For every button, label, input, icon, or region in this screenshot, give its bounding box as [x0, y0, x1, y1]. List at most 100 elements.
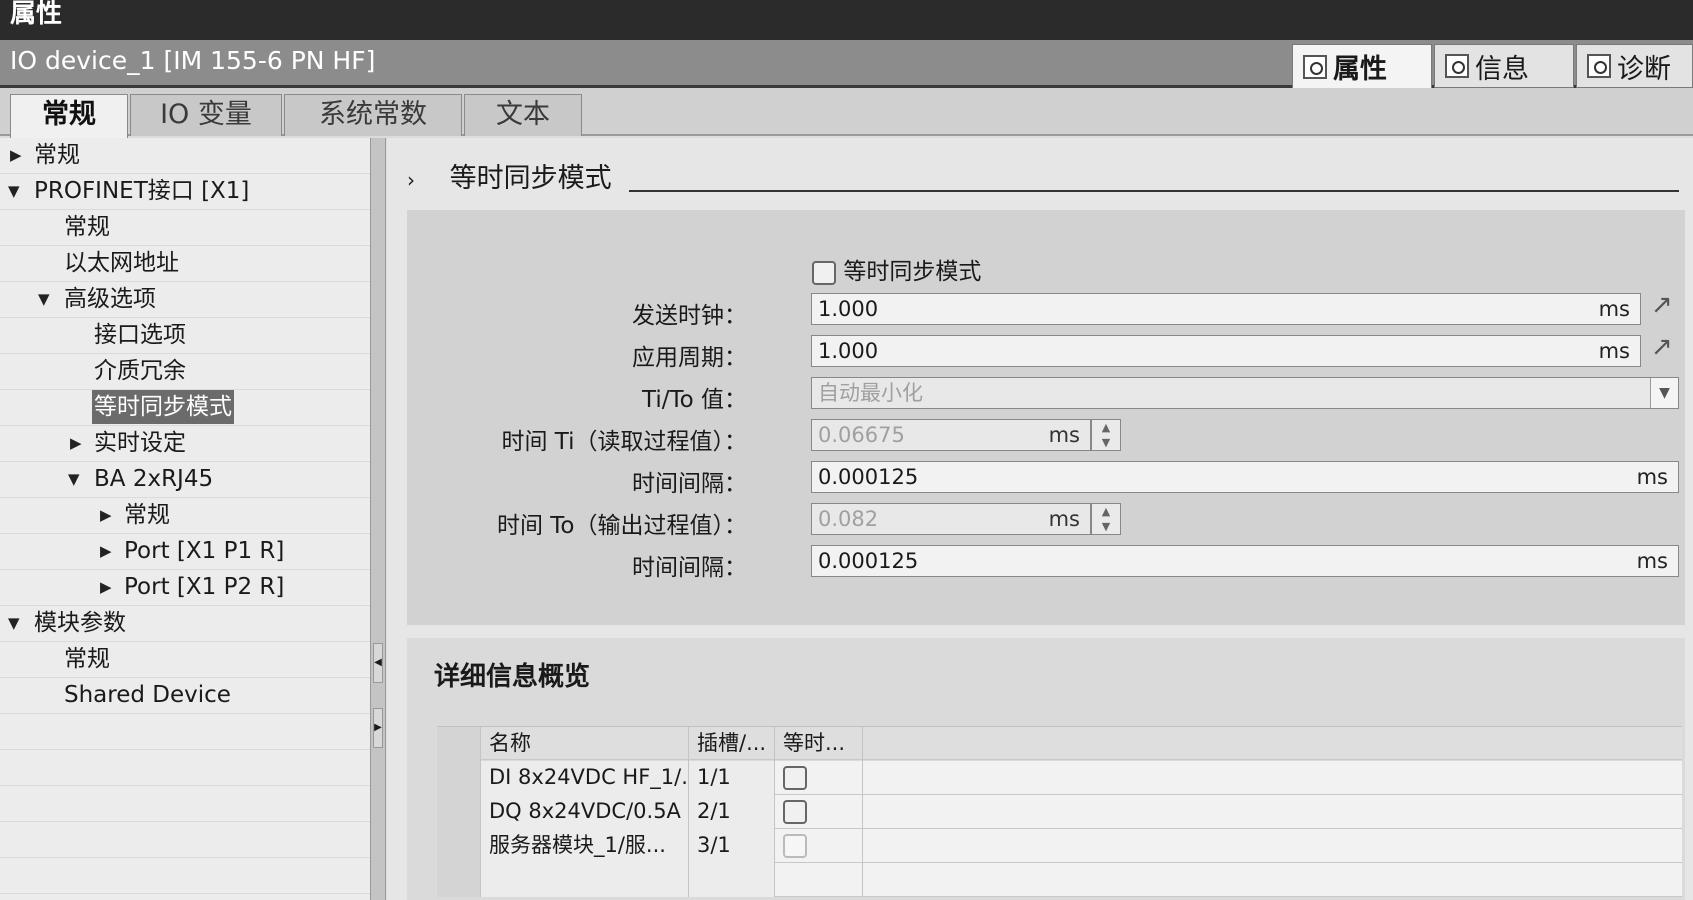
tab-system-constants[interactable]: 系统常数 [284, 94, 462, 136]
nav-empty-row [0, 714, 370, 750]
time-ti-spinner[interactable]: ▲ ▼ [1091, 419, 1121, 451]
isochronous-cell [775, 761, 863, 795]
table-row[interactable]: DI 8x24VDC HF_1/... 1/1 [437, 761, 1682, 795]
isochronous-mode-option[interactable]: 等时同步模式 [812, 252, 981, 286]
nav-item-port-p2[interactable]: ▶ Port [X1 P2 R] [0, 570, 370, 606]
column-header-name[interactable]: 名称 [481, 727, 689, 761]
isochronous-mode-checkbox[interactable] [812, 260, 836, 285]
expand-arrow-icon[interactable]: ▶ [10, 138, 22, 172]
ti-interval-label: 时间间隔： [632, 471, 747, 497]
time-to-label: 时间 To（输出过程值）： [496, 513, 747, 539]
module-name-cell: DI 8x24VDC HF_1/... [481, 761, 689, 795]
unit-label: ms [1636, 465, 1668, 489]
collapse-arrow-icon[interactable]: ▼ [38, 282, 50, 316]
table-header: 名称 插槽/... 等时... [437, 726, 1682, 761]
details-title: 详细信息概览 [434, 662, 591, 692]
collapse-arrow-icon[interactable]: ▼ [68, 462, 80, 496]
goto-link-icon[interactable]: ↗ [1651, 334, 1677, 361]
window-title: 属性 [0, 0, 1693, 40]
table-row[interactable]: 服务器模块_1/服... 3/1 [437, 829, 1682, 863]
ti-interval-field[interactable]: 0.000125 ms [811, 461, 1679, 493]
to-interval-field[interactable]: 0.000125 ms [811, 545, 1679, 577]
send-clock-label: 发送时钟： [632, 303, 747, 329]
row-header-cell[interactable] [437, 761, 481, 795]
expand-arrow-icon[interactable]: ▶ [100, 570, 112, 604]
slot-cell: 1/1 [689, 761, 775, 795]
info-icon [1445, 54, 1469, 78]
section-divider [629, 190, 1679, 192]
nav-item-advanced-options[interactable]: ▼ 高级选项 [0, 282, 370, 318]
isochronous-cell [775, 829, 863, 863]
isochronous-mode-label: 等时同步模式 [843, 259, 982, 285]
details-overview: 详细信息概览 名称 插槽/... 等时... DI 8x24VDC HF_1/.… [407, 638, 1685, 900]
panel-splitter[interactable]: ◀ ▶ [370, 138, 386, 900]
time-ti-label: 时间 Ti（读取过程值）： [501, 429, 747, 455]
time-ti-field[interactable]: 0.06675 ms [811, 419, 1091, 451]
collapse-arrow-icon[interactable]: ▼ [8, 606, 20, 640]
unit-label: ms [1598, 297, 1630, 321]
inspector-tab-label: 诊断 [1617, 53, 1671, 85]
collapse-arrow-icon[interactable]: ▼ [8, 174, 20, 208]
time-to-spinner[interactable]: ▲ ▼ [1091, 503, 1121, 535]
ti-to-label: Ti/To 值： [641, 387, 747, 413]
unit-label: ms [1636, 549, 1668, 573]
nav-item-module-parameters[interactable]: ▼ 模块参数 [0, 606, 370, 642]
nav-item-module-general[interactable]: 常规 [0, 642, 370, 678]
tab-general[interactable]: 常规 [10, 94, 128, 138]
send-clock-field[interactable]: 1.000 ms [811, 293, 1641, 325]
application-cycle-field[interactable]: 1.000 ms [811, 335, 1641, 367]
isochronous-checkbox[interactable] [783, 800, 807, 824]
expand-arrow-icon[interactable]: ▶ [70, 426, 82, 460]
slot-cell: 3/1 [689, 829, 775, 863]
chevron-down-icon[interactable]: ▼ [1650, 378, 1678, 408]
expand-right-icon[interactable]: ▶ [373, 708, 383, 748]
row-header-cell[interactable] [437, 829, 481, 863]
nav-item-ethernet-addresses[interactable]: 以太网地址 [0, 246, 370, 282]
slot-cell: 2/1 [689, 795, 775, 829]
column-header-slot[interactable]: 插槽/... [689, 727, 775, 761]
nav-item-shared-device[interactable]: Shared Device [0, 678, 370, 714]
expand-arrow-icon[interactable]: ▶ [100, 534, 112, 568]
isochronous-checkbox [783, 834, 807, 858]
nav-item-interface-general[interactable]: 常规 [0, 210, 370, 246]
device-bar: IO device_1 [IM 155-6 PN HF] 属性 信息 诊断 [0, 40, 1693, 88]
expand-arrow-icon[interactable]: ▶ [100, 498, 112, 532]
time-to-field[interactable]: 0.082 ms [811, 503, 1091, 535]
device-title: IO device_1 [IM 155-6 PN HF] [10, 46, 376, 75]
nav-empty-row [0, 750, 370, 786]
unit-label: ms [1598, 339, 1630, 363]
nav-item-media-redundancy[interactable]: 介质冗余 [0, 354, 370, 390]
chevron-right-icon: › [407, 168, 415, 192]
nav-empty-row [0, 858, 370, 894]
inspector-tab-label: 属性 [1333, 54, 1387, 85]
collapse-left-icon[interactable]: ◀ [373, 643, 383, 683]
ti-to-dropdown[interactable]: 自动最小化 ▼ [811, 377, 1679, 409]
to-interval-label: 时间间隔： [632, 555, 747, 581]
table-row-empty [437, 863, 1682, 897]
nav-item-general[interactable]: ▶ 常规 [0, 138, 370, 174]
inspector-tab-label: 信息 [1475, 53, 1529, 85]
goto-link-icon[interactable]: ↗ [1651, 292, 1677, 319]
nav-item-interface-options[interactable]: 接口选项 [0, 318, 370, 354]
unit-label: ms [1048, 507, 1080, 531]
nav-empty-row [0, 822, 370, 858]
nav-item-isochronous-mode[interactable]: 等时同步模式 [0, 390, 370, 426]
tab-texts[interactable]: 文本 [464, 94, 582, 136]
nav-item-ba-2xrj45[interactable]: ▼ BA 2xRJ45 [0, 462, 370, 498]
table-row[interactable]: DQ 8x24VDC/0.5A ... 2/1 [437, 795, 1682, 829]
isochronous-checkbox[interactable] [783, 766, 807, 790]
module-name-cell: DQ 8x24VDC/0.5A ... [481, 795, 689, 829]
inspector-tab-info[interactable]: 信息 [1434, 44, 1574, 88]
column-header-isochronous[interactable]: 等时... [775, 727, 863, 761]
nav-item-realtime-settings[interactable]: ▶ 实时设定 [0, 426, 370, 462]
isochronous-parameters: 等时同步模式 发送时钟： 1.000 ms ↗ 应用周期： 1.000 ms ↗… [407, 210, 1685, 625]
inspector-tab-diagnostics[interactable]: 诊断 [1576, 44, 1693, 88]
inspector-tab-properties[interactable]: 属性 [1292, 44, 1432, 88]
nav-item-ba-general[interactable]: ▶ 常规 [0, 498, 370, 534]
section-title: 等时同步模式 [449, 163, 612, 194]
row-header-cell[interactable] [437, 795, 481, 829]
tab-io-tags[interactable]: IO 变量 [130, 94, 282, 136]
section-header[interactable]: › 等时同步模式 [407, 156, 612, 195]
nav-item-profinet-interface[interactable]: ▼ PROFINET接口 [X1] [0, 174, 370, 210]
nav-item-port-p1[interactable]: ▶ Port [X1 P1 R] [0, 534, 370, 570]
